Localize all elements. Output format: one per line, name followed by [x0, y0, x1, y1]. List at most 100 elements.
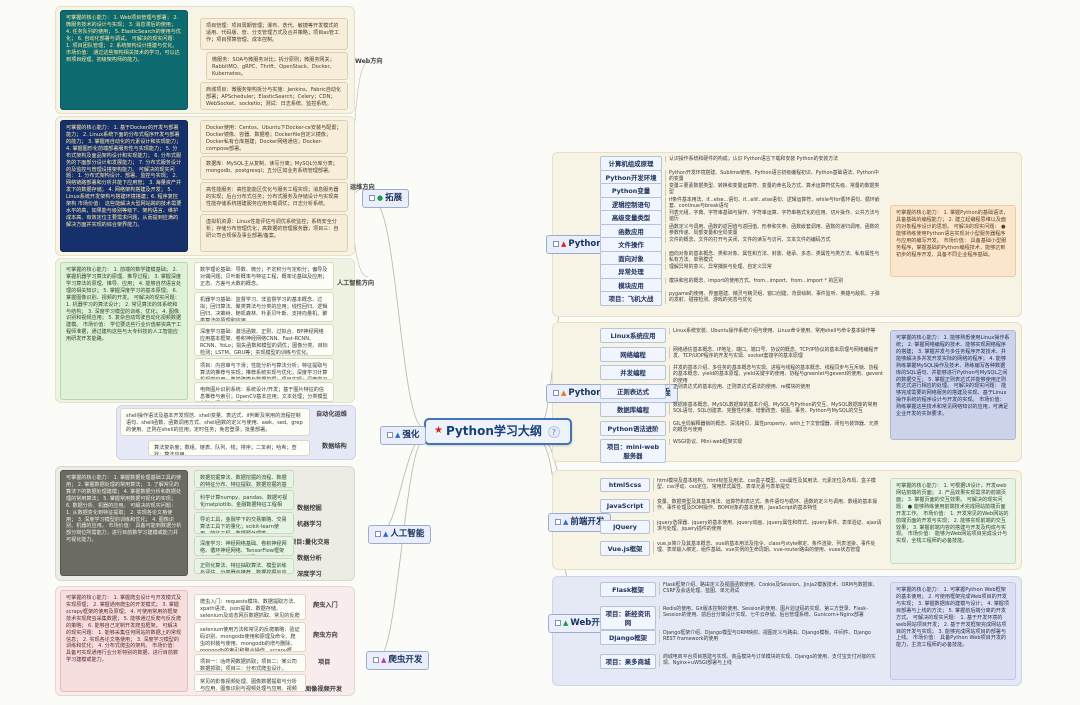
web-item-label[interactable]: 项目：果多商城	[600, 654, 656, 669]
core-item-text: 理解异常的意义、异常捕获与处理、自定义异常	[665, 264, 883, 271]
direction-quant-label[interactable]: 项目:量化交易	[290, 537, 330, 546]
branch-ai[interactable]: ▲ 人工智能	[368, 525, 432, 544]
linux-item-label[interactable]: 正则表达式	[600, 383, 666, 399]
direction-datacollect-label[interactable]: 数据挖掘	[297, 503, 322, 512]
core-capability-panel: 可掌握的核心能力： 1. 掌握Python的基础语法，具备基础的编程能力； 2.…	[890, 205, 1016, 277]
branch-pachong[interactable]: ▲ 爬虫开发	[366, 651, 430, 670]
direction-yunwei-label[interactable]: 运维方向	[350, 182, 375, 191]
web-detail-microservice: 微服务：SOA与微服务对比；拆分原则；微服务网关；RabbitMQ、gRPC、T…	[206, 52, 348, 80]
web-item-row[interactable]: 项目：果多商城 商城电商平台项目搭建与实现、商品模块与订单模块的实现、Django…	[600, 654, 883, 669]
branch-ai-label: 人工智能	[390, 529, 425, 539]
front-item-row[interactable]: htmlScss html模块及基本结构、html标签及用法、css盒子模型、cs…	[600, 478, 883, 492]
front-item-text: 变量、数据类型及其基本用法、运算符和表达式、条件语句与循环、函数的定义与调用、数…	[653, 499, 883, 512]
linux-item-text: 数据库基本概念、MySQL数据库的基本介绍、MySQL与Python的交互、My…	[669, 402, 883, 415]
web-item-row[interactable]: 项目：新经资讯网 Redis的使用、Git版本控制的使用、Session的使用、图…	[600, 606, 883, 630]
front-item-row[interactable]: JavaScript 变量、数据类型及其基本用法、运算符和表达式、条件语句与循环、…	[600, 499, 883, 513]
core-item-text: 文件的概念、文件的打开与关闭、文件的读写与访问、文本文件的编码方式	[665, 237, 883, 244]
linux-item-row[interactable]: Python语法进阶 GIL全局解释器锁的概念、深浅拷贝、属性property、w…	[600, 420, 883, 436]
core-item-text: Python开发环境搭建、Sublime使用、Python语言初级编程初识、Py…	[665, 169, 883, 183]
direction-spider-label[interactable]: 爬虫方向	[313, 630, 338, 639]
web-capability-panel-right: 可掌握的核心能力： 1. 可掌握Python Web框架的基本使用； 2. 可使…	[890, 582, 1016, 680]
direction-deeplearn-label[interactable]: 深度学习	[297, 569, 322, 578]
direction-datastruct-label[interactable]: 数据结构	[322, 441, 347, 450]
ai-analysis-panel: 正则化算法、特征抽取算法、模型训练与评估、分类器与推荐、数据挖掘与应用。	[194, 558, 294, 574]
front-item-text: jquery选择器、jquery的基本使用、jquery动画、jquery属性和…	[653, 520, 883, 533]
web-detail-mall: 商城项目：微服务架构拆分与实施：Jenkins、Fabric自动化部署；APSc…	[200, 82, 348, 110]
linux-item-text: GIL全局解释器锁的概念、深浅拷贝、属性property、with上下文管理器、…	[669, 420, 883, 434]
collapse-toggle-icon[interactable]	[555, 519, 561, 526]
web-item-label[interactable]: Flask框架	[600, 582, 656, 597]
direction-dataanalysis-label[interactable]: 数据分析	[297, 553, 322, 562]
linux-item-row[interactable]: 项目：mini-web服务器 WSGI协议、Mini-web框架实现	[600, 439, 883, 463]
direction-auto-label[interactable]: 自动化运维	[316, 409, 347, 418]
root-node[interactable]: ★ Python学习大纲 ?	[424, 418, 572, 445]
collapse-toggle-icon[interactable]	[369, 195, 375, 202]
linux-item-text: Linux系统安装、Ubuntu操作系统介绍与使用、Linux命令使用、常用sh…	[669, 328, 883, 335]
qianghua-auto-panel: shell操作语法及基本开发规范、shell变量、表达式、if判断及常用的流程控…	[120, 408, 310, 436]
web-item-row[interactable]: Flask框架 Flask框架介绍、路由定义及视图函数使用、Cookie及Sess…	[600, 582, 883, 597]
linux-item-row[interactable]: 并发编程 并发的基本介绍、多任务的基本概念与实现、进程与线程的基本概念、线程同步与…	[600, 365, 883, 385]
core-item-label[interactable]: 项目：飞机大战	[600, 291, 662, 306]
root-title: Python学习大纲	[445, 424, 542, 438]
linux-capability-panel: 可掌握的核心能力： 1. 能够熟悉使用Linux操作系统； 2. 掌握网络编程的…	[890, 330, 1016, 440]
ai-dir-math: 数学理论基础：导数、微分；不定积分与定积分；偏导及对偶问题；贝叶斯概率与特征工程…	[194, 262, 334, 290]
web-capability-panel: 可掌握的核心能力： 1. Web项目管理与部署； 2. 微服务技术的设计与实现；…	[60, 10, 188, 110]
branch-pachong-label: 爬虫开发	[388, 655, 423, 665]
direction-ml-label[interactable]: 机器学习	[297, 519, 322, 528]
qianghua-datastruct-panel: 算法复杂度；数组、链表、队列、栈；排序；二叉树；哈希；查找；算法应用。	[148, 440, 310, 456]
linux-item-row[interactable]: 数据库编程 数据库基本概念、MySQL数据库的基本介绍、MySQL与Python的…	[600, 402, 883, 417]
linux-item-row[interactable]: Linux系统应用 Linux系统安装、Ubuntu操作系统介绍与使用、Linux…	[600, 328, 883, 343]
front-item-label[interactable]: Vue.js框架	[600, 541, 650, 556]
web-item-text: Redis的使用、Git版本控制的使用、Session的使用、图片验证码的实现、…	[659, 606, 883, 619]
green-dot-icon: ●	[377, 193, 384, 202]
web-item-text: Django框架介绍、Django模型与ORM映射、视图定义与路由、Django…	[659, 630, 883, 643]
direction-project-label[interactable]: 项目	[318, 657, 330, 666]
linux-item-text: 网络通信基本概念、IP地址、端口、端口号、协议的概念、TCP/IP协议的基本原理…	[669, 346, 883, 360]
linux-item-text: 并发的基本介绍、多任务的基本概念与实现、进程与线程的基本概念、线程同步与互斥锁、…	[669, 365, 883, 385]
yunwei-detail-docker: Docker使用：Centos、Ubuntu下Docker-ce安装与配置；Do…	[200, 120, 348, 154]
ai-scicalc-panel: 科学计算numpy、pandas、数据可视化matplotlib、金融数据特征工…	[194, 490, 294, 510]
web-item-label[interactable]: Django框架	[600, 630, 656, 645]
blue-dot-icon: ▲	[383, 529, 389, 538]
core-item-text: 函数定义与调用、函数的返回值与返回值、形参和实参、函数嵌套调用、函数的递归调用、…	[665, 223, 883, 237]
linux-item-label[interactable]: Python语法进阶	[600, 420, 666, 436]
core-item-text: 模块和包的概念、import的使用方式、from...import、from..…	[665, 277, 883, 284]
core-item-row[interactable]: 项目：飞机大战 pygame的使用、界面搭建、精灵与精灵组、窗口创建、背景绘制、事…	[600, 291, 883, 306]
front-item-label[interactable]: htmlScss	[600, 478, 650, 492]
ai-dir-capability-panel: 可掌握的核心能力： 1. 前端的数学建模基础； 2. 掌握机器学习算法的原理、推…	[60, 262, 188, 400]
collapse-toggle-icon[interactable]	[375, 531, 381, 538]
linux-item-label[interactable]: 数据库编程	[600, 402, 666, 417]
front-item-label[interactable]: JavaScript	[600, 499, 650, 513]
branch-qianghua[interactable]: ▲ 强化	[380, 426, 427, 445]
yunwei-capability-panel: 可掌握的核心能力： 1. 基于Docker的开发与部署能力； 2. Linux系…	[60, 120, 188, 252]
help-badge[interactable]: ?	[547, 425, 560, 438]
direction-image-label[interactable]: 图像视频开发	[305, 684, 342, 693]
collapse-toggle-icon[interactable]	[553, 241, 559, 248]
front-item-label[interactable]: jQuery	[600, 520, 650, 534]
web-item-label[interactable]: 项目：新经资讯网	[600, 606, 656, 630]
direction-web-label[interactable]: Web方向	[355, 56, 383, 65]
branch-tuozhan[interactable]: ● 拓展	[362, 189, 410, 208]
direction-entry-label[interactable]: 爬虫入门	[313, 600, 338, 609]
ai-mining-panel: 数据挖掘算法、数据挖掘的流程、数据的特征分布、特征提取、数据挖掘的基本实现。	[194, 470, 294, 488]
ai-dl-panel: 深度学习：神经网络基础、卷积神经网络、循环神经网络、TensorFlow框架应用…	[194, 536, 294, 556]
linux-item-label[interactable]: Linux系统应用	[600, 328, 666, 343]
pachong-entry-panel: 爬虫入门：requests模块、数据提取方法、xpath语法、json提取、数据…	[194, 594, 306, 620]
front-item-row[interactable]: Vue.js框架 vue.js简介及其基本概念、vue的基本用法及指令、class…	[600, 541, 883, 556]
web-item-row[interactable]: Django框架 Django框架介绍、Django模型与ORM映射、视图定义与路…	[600, 630, 883, 645]
collapse-toggle-icon[interactable]	[553, 390, 559, 397]
direction-ai-label[interactable]: 人工智能方向	[337, 278, 374, 287]
ai-dir-dl: 深度学习基础：激活函数、正则、过拟合、BP神经网络应用基本框架、卷积神经网络CN…	[194, 324, 334, 356]
core-item-text: pygame的使用、界面搭建、精灵与精灵组、窗口创建、背景绘制、事件监听、英雄与…	[665, 291, 883, 304]
ai-ml-panel: 导论工具，金融学下的交易策略、交易算法工具下的量化；scikit-learn使用…	[194, 512, 294, 534]
collapse-toggle-icon[interactable]	[555, 620, 561, 627]
front-item-row[interactable]: jQuery jquery选择器、jquery的基本使用、jquery动画、jqu…	[600, 520, 883, 534]
collapse-toggle-icon[interactable]	[387, 432, 393, 439]
linux-item-row[interactable]: 网络编程 网络通信基本概念、IP地址、端口、端口号、协议的概念、TCP/IP协议的…	[600, 346, 883, 362]
pachong-image-panel: 常见的影像视频处理、图像数据提取与分析与应用、图像识别与视频处理与应用、视频处理…	[194, 674, 306, 692]
collapse-toggle-icon[interactable]	[373, 657, 379, 664]
linux-item-row[interactable]: 正则表达式 正则表达式的基本应用、正则表达式语法的使用、re模块的使用	[600, 383, 883, 399]
linux-item-label[interactable]: 并发编程	[600, 365, 666, 380]
linux-item-label[interactable]: 网络编程	[600, 346, 666, 362]
linux-item-label[interactable]: 项目：mini-web服务器	[600, 439, 666, 463]
